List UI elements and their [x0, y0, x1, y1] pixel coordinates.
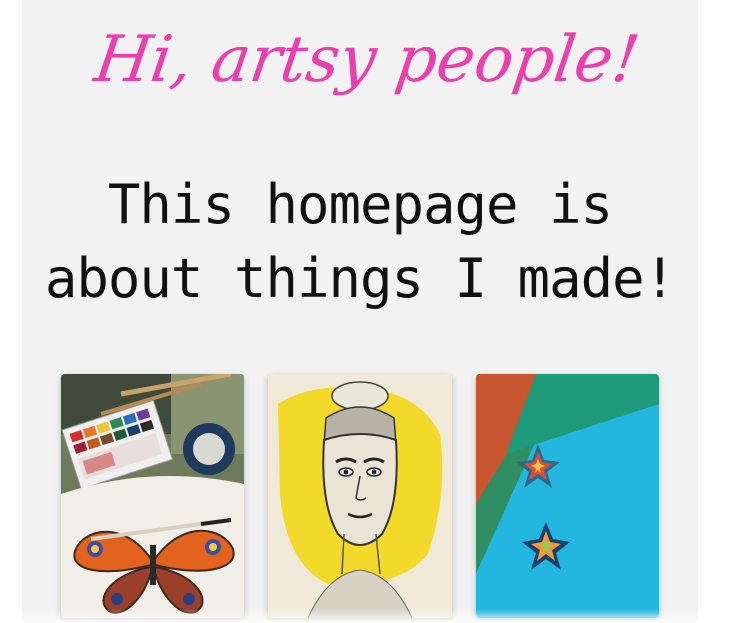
watercolor-butterfly-painting-image	[61, 374, 244, 618]
intro-line-2: about things I made!	[44, 247, 676, 310]
gallery-card-portrait[interactable]	[268, 374, 452, 618]
page: Hi, artsy people! This homepage is about…	[0, 0, 734, 623]
gallery-card-watercolor[interactable]	[61, 374, 244, 618]
intro-line-1: This homepage is	[107, 173, 613, 236]
bottom-fade	[0, 609, 734, 623]
gallery-card-origami[interactable]	[476, 374, 659, 618]
intro-text: This homepage is about things I made!	[22, 168, 698, 316]
hero-greeting: Hi, artsy people!	[90, 23, 644, 97]
pencil-portrait-drawing-image	[268, 374, 452, 618]
gallery	[0, 374, 734, 623]
origami-stars-image	[476, 374, 659, 618]
